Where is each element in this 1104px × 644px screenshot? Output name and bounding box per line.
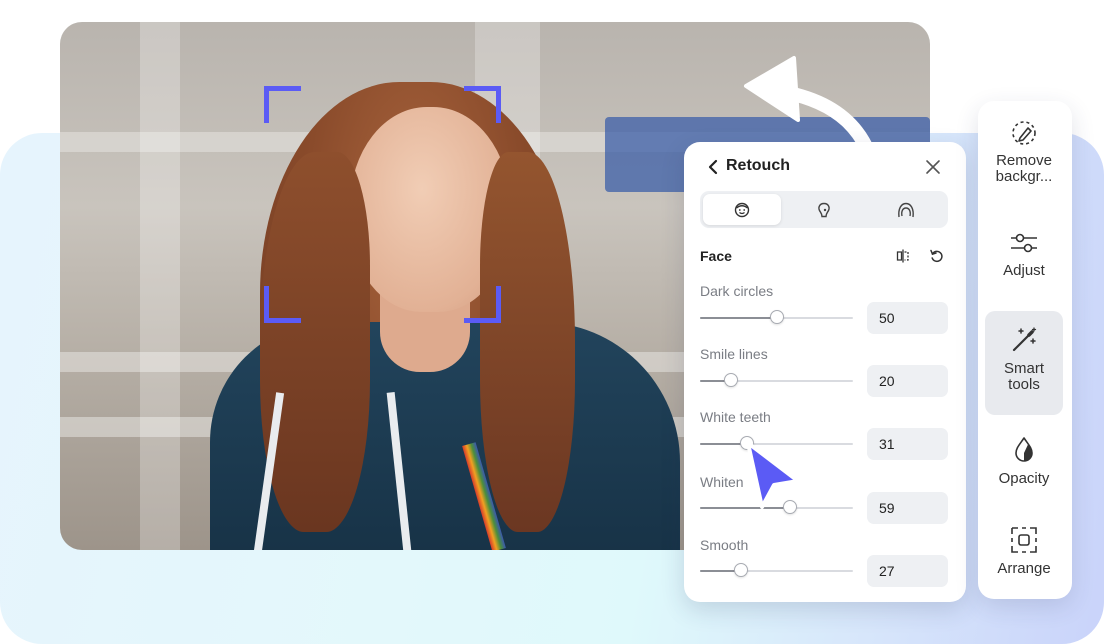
tool-label: Remove backgr... <box>995 152 1053 185</box>
retouch-tabs <box>700 191 948 228</box>
slider-thumb[interactable] <box>734 563 749 577</box>
magic-wand-icon <box>1012 327 1037 352</box>
tool-label: Arrange <box>997 560 1051 577</box>
slider-smooth[interactable] <box>700 563 853 577</box>
background-pillar <box>140 22 180 550</box>
close-icon[interactable] <box>924 158 942 176</box>
value-field-smile-lines[interactable]: 20 <box>867 365 948 397</box>
slider-label-white-teeth: White teeth <box>700 409 771 425</box>
adjust-sliders-icon <box>1011 233 1037 253</box>
tool-arrange[interactable]: Arrange <box>985 525 1063 585</box>
tool-label: Adjust <box>1003 262 1045 279</box>
slider-thumb[interactable] <box>769 310 784 324</box>
face-frame-corner-top-right <box>464 86 501 123</box>
right-toolbar: Remove backgr... Adjust Smart tools Opac… <box>978 101 1072 599</box>
retouch-panel: Retouch Face Dark circles 50 Smile lines… <box>684 142 966 602</box>
tab-hair[interactable] <box>867 194 945 225</box>
value-field-whiten[interactable]: 59 <box>867 492 948 524</box>
slider-smile-lines[interactable] <box>700 373 853 387</box>
bulb-face-icon <box>818 202 830 217</box>
face-frame-corner-top-left <box>264 86 301 123</box>
tool-label: Smart tools <box>1003 360 1044 393</box>
value-field-dark-circles[interactable]: 50 <box>867 302 948 334</box>
section-title: Face <box>700 248 732 264</box>
reset-icon[interactable] <box>929 248 945 264</box>
chevron-left-icon[interactable] <box>706 156 720 178</box>
slider-label-dark-circles: Dark circles <box>700 283 774 299</box>
opacity-drop-icon <box>1015 437 1033 462</box>
value-field-white-teeth[interactable]: 31 <box>867 428 948 460</box>
subject-hair-left <box>260 152 370 532</box>
slider-fill <box>700 317 777 319</box>
slider-dark-circles[interactable] <box>700 310 853 324</box>
face-frame-corner-bottom-left <box>264 286 301 323</box>
slider-label-whiten: Whiten <box>700 474 744 490</box>
panel-header: Retouch <box>706 156 948 178</box>
panel-title: Retouch <box>726 157 790 174</box>
tool-smart-tools[interactable]: Smart tools <box>985 311 1063 415</box>
tool-adjust[interactable]: Adjust <box>985 229 1063 295</box>
tab-makeup[interactable] <box>785 194 863 225</box>
compare-icon[interactable] <box>895 248 911 264</box>
value-field-smooth[interactable]: 27 <box>867 555 948 587</box>
slider-label-smooth: Smooth <box>700 537 749 553</box>
subject-hair-right <box>480 152 575 532</box>
face-smile-icon <box>734 202 750 217</box>
tab-face[interactable] <box>703 194 781 225</box>
tool-label: Opacity <box>998 470 1050 487</box>
mouse-pointer-icon <box>746 441 800 509</box>
slider-thumb[interactable] <box>723 373 738 387</box>
tool-opacity[interactable]: Opacity <box>985 435 1063 495</box>
arrange-icon <box>1011 527 1037 553</box>
face-frame-corner-bottom-right <box>464 286 501 323</box>
remove-background-icon <box>1012 121 1036 145</box>
hair-icon <box>898 202 914 217</box>
tool-remove-background[interactable]: Remove backgr... <box>985 119 1063 205</box>
slider-label-smile-lines: Smile lines <box>700 346 768 362</box>
